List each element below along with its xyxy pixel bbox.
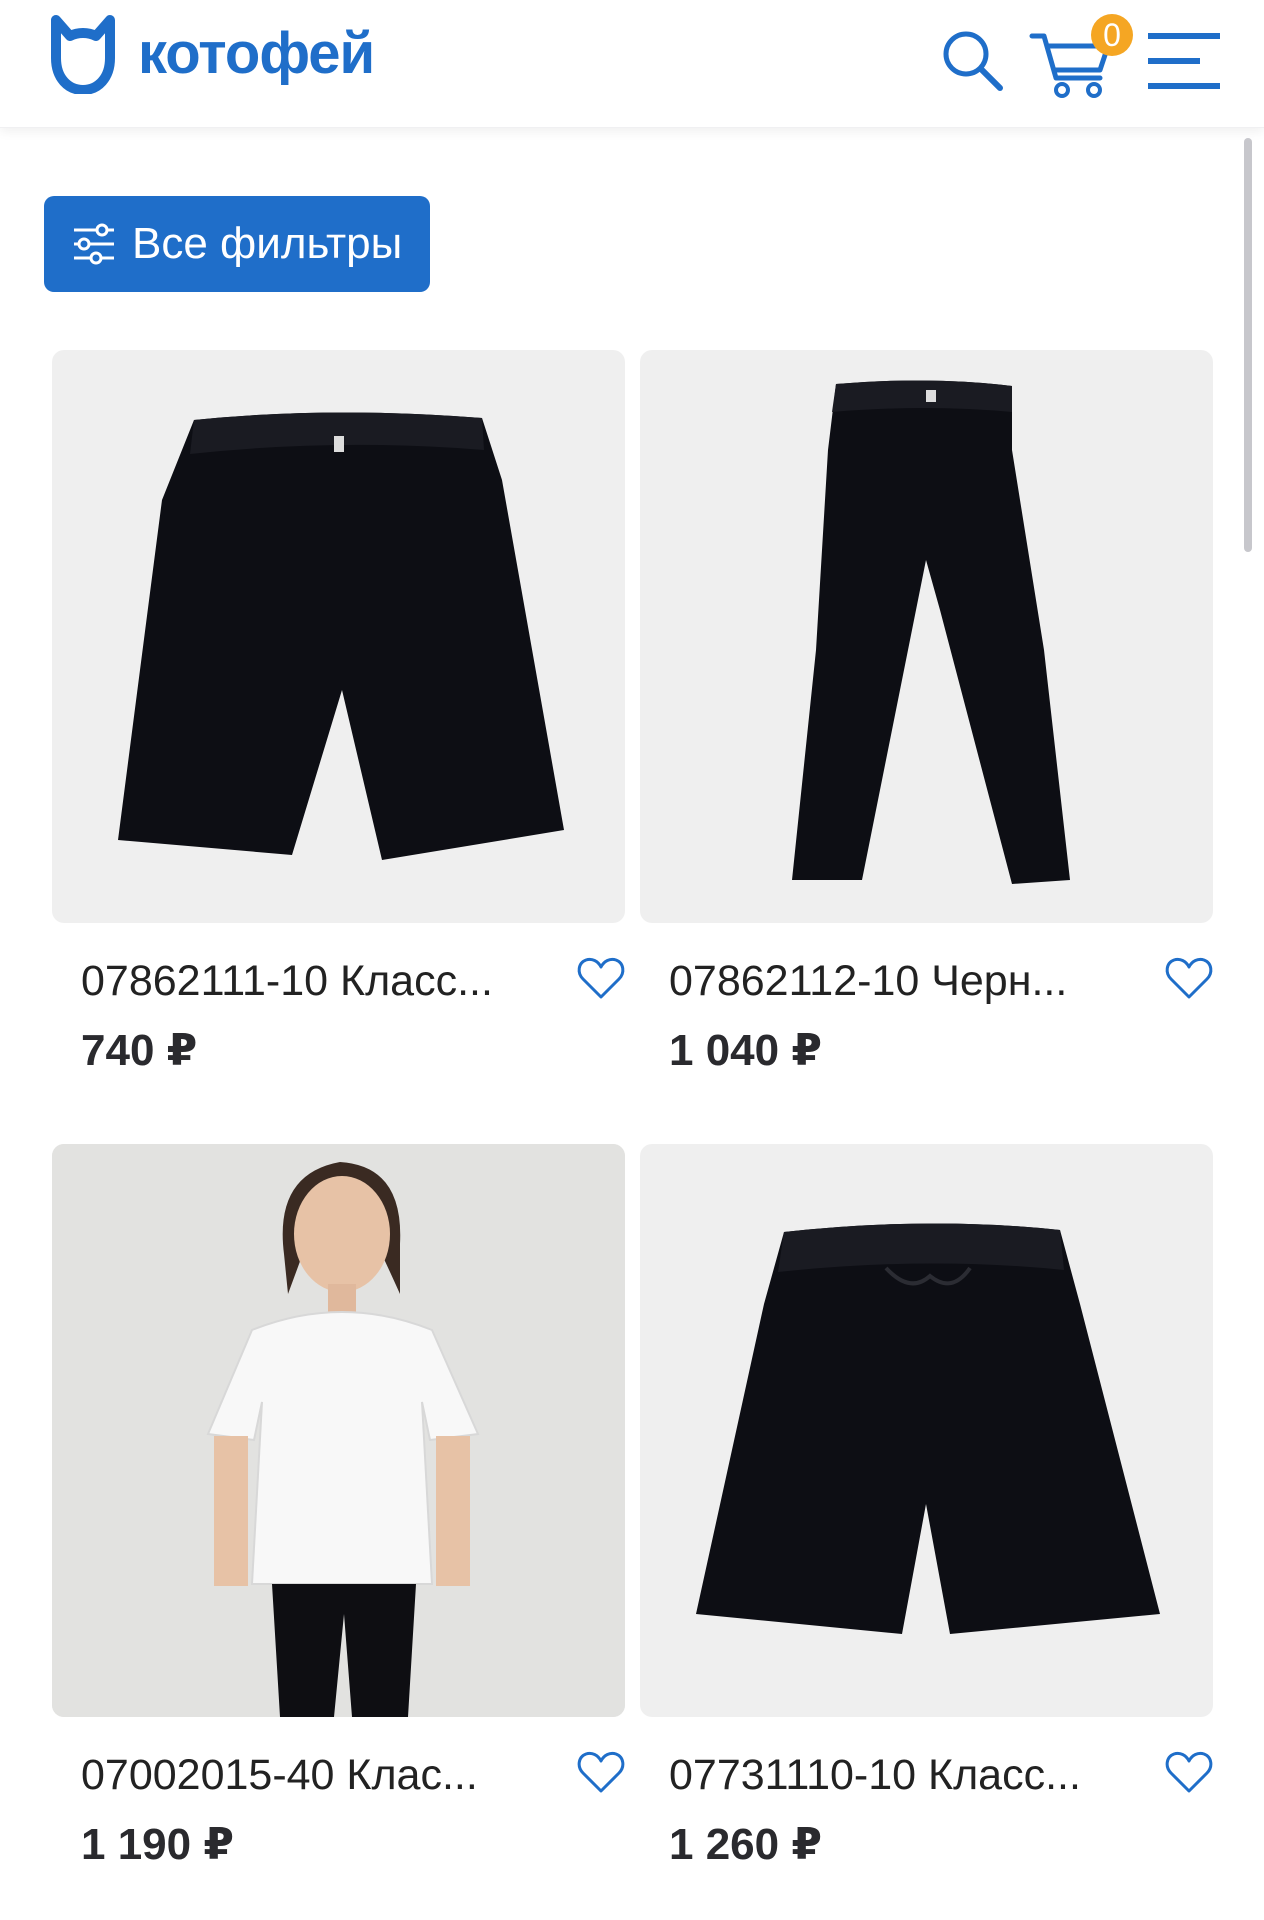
product-title[interactable]: 07862112-10 Черн...	[669, 956, 1109, 1006]
menu-button[interactable]	[1146, 28, 1222, 94]
cart-count-badge: 0	[1091, 14, 1133, 56]
favorite-button[interactable]	[1164, 1747, 1214, 1797]
product-image[interactable]	[640, 1144, 1213, 1717]
search-icon	[943, 31, 1003, 91]
black-leggings-image	[792, 380, 1070, 884]
heart-outline-icon	[577, 957, 625, 999]
product-price: 740 ₽	[81, 1026, 198, 1075]
scrollbar-thumb[interactable]	[1244, 138, 1252, 552]
product-price: 1 040 ₽	[669, 1026, 822, 1075]
cart-button[interactable]: 0	[1028, 14, 1134, 100]
logo-link[interactable]: котофей	[48, 12, 408, 96]
heart-outline-icon	[1165, 1751, 1213, 1793]
heart-outline-icon	[577, 1751, 625, 1793]
favorite-button[interactable]	[576, 953, 626, 1003]
all-filters-button[interactable]: Все фильтры	[44, 196, 430, 292]
product-title[interactable]: 07862111-10 Класс...	[81, 956, 521, 1006]
favorite-button[interactable]	[1164, 953, 1214, 1003]
hamburger-menu-icon	[1148, 33, 1220, 89]
favorite-button[interactable]	[576, 1747, 626, 1797]
product-title[interactable]: 07731110-10 Класс...	[669, 1750, 1109, 1800]
all-filters-label: Все фильтры	[132, 219, 403, 268]
search-button[interactable]	[940, 28, 1006, 94]
black-bermuda-shorts-image	[696, 1223, 1160, 1634]
product-image[interactable]	[52, 350, 625, 923]
product-image[interactable]	[52, 1144, 625, 1717]
catalog-page: котофей 0 Все фильтры 07862111-10 Класс.…	[0, 0, 1264, 1920]
black-shorts-image	[118, 412, 564, 860]
product-price: 1 260 ₽	[669, 1820, 822, 1869]
filter-sliders-icon	[74, 223, 114, 265]
girl-in-white-tshirt-image	[52, 1144, 625, 1717]
logo-text: котофей	[138, 21, 375, 86]
heart-outline-icon	[1165, 957, 1213, 999]
cat-logo-icon	[51, 15, 115, 94]
product-title[interactable]: 07002015-40 Клас...	[81, 1750, 521, 1800]
product-image[interactable]	[640, 350, 1213, 923]
site-header: котофей 0	[0, 0, 1264, 128]
product-price: 1 190 ₽	[81, 1820, 234, 1869]
